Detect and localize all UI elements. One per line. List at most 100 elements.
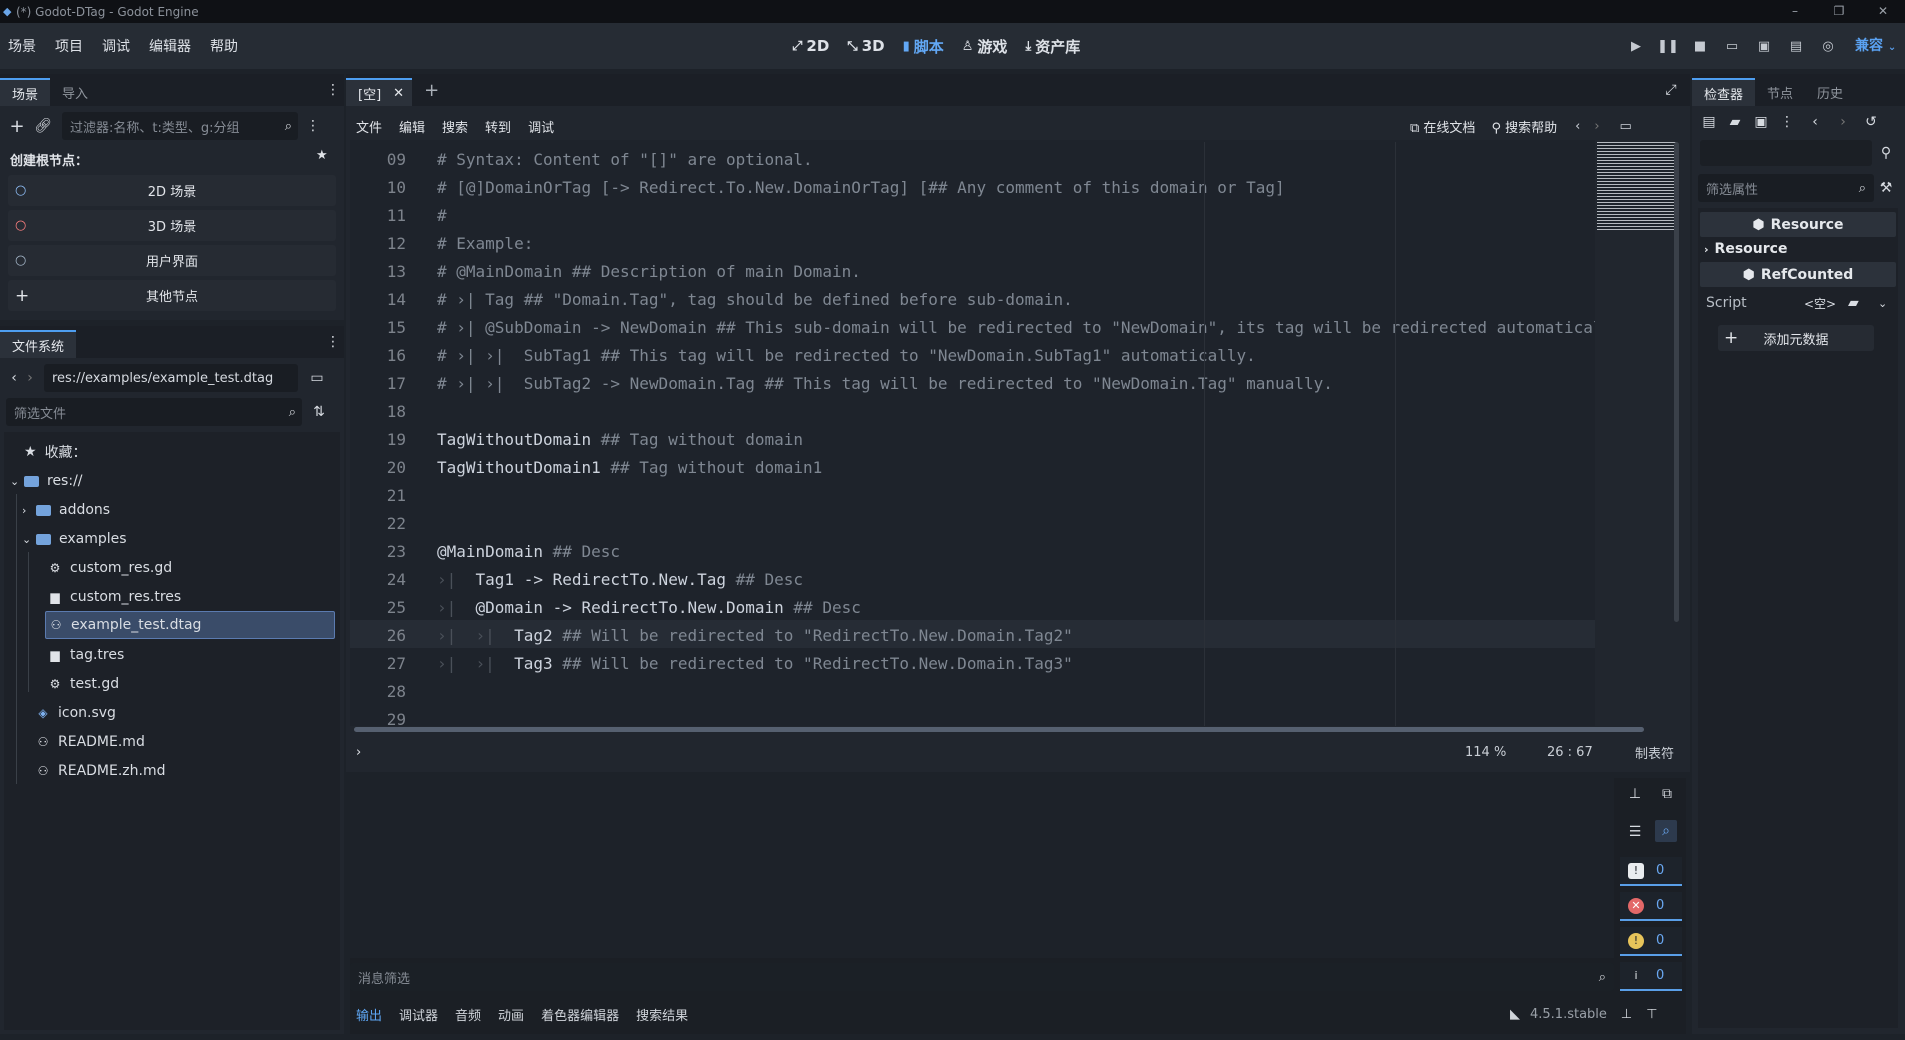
- code-editor[interactable]: 09 # Syntax: Content of "[]" are optional…: [350, 140, 1595, 726]
- main-screen-3d[interactable]: ⤡ 3D: [847, 37, 884, 55]
- tree-item-example-test-dtag[interactable]: ⚇ example_test.dtag: [45, 611, 335, 639]
- menu-scene[interactable]: 场景: [8, 36, 36, 56]
- code-line[interactable]: ›| @Domain -> RedirectTo.New.Domain ## D…: [437, 598, 861, 617]
- tab-import[interactable]: 导入: [50, 78, 100, 106]
- new-resource-icon[interactable]: ▤: [1698, 111, 1720, 133]
- code-line[interactable]: # Example:: [437, 234, 533, 253]
- sort-icon[interactable]: ⇅: [308, 401, 330, 423]
- indent-mode[interactable]: 制表符: [1635, 743, 1674, 762]
- back-icon[interactable]: ‹: [1804, 111, 1826, 133]
- copy-output-icon[interactable]: ⧉: [1656, 783, 1678, 805]
- forward-icon[interactable]: ›: [22, 367, 38, 389]
- toggle-bottom-icon[interactable]: ›: [356, 745, 361, 760]
- tree-item-readme-md[interactable]: ⚇ README.md: [36, 728, 145, 756]
- code-line[interactable]: ›| ›| Tag2 ## Will be redirected to "Red…: [437, 626, 1073, 645]
- stop-icon[interactable]: ■: [1684, 39, 1716, 54]
- filter-menu-icon[interactable]: ⋮: [302, 115, 324, 137]
- close-button[interactable]: ✕: [1861, 0, 1905, 23]
- create-3d-scene-button[interactable]: ○ 3D 场景: [8, 210, 336, 241]
- code-line[interactable]: # @MainDomain ## Description of main Dom…: [437, 262, 861, 281]
- path-field[interactable]: res://examples/example_test.dtag: [44, 364, 298, 392]
- code-line[interactable]: # Syntax: Content of "[]" are optional.: [437, 150, 813, 169]
- vertical-scrollbar[interactable]: [1674, 142, 1679, 622]
- messages-counter[interactable]: ! 0: [1620, 857, 1682, 886]
- chevron-down-icon[interactable]: ⌄: [1878, 297, 1887, 310]
- distraction-free-icon[interactable]: ⤢: [1660, 79, 1682, 101]
- renderer-select[interactable]: 兼容 ⌄: [1855, 23, 1896, 69]
- movie-maker-icon[interactable]: ◎: [1812, 39, 1844, 54]
- search-help-button[interactable]: ⚲ 搜索帮助: [1491, 117, 1557, 136]
- script-menu-search[interactable]: 搜索: [442, 117, 468, 136]
- add-node-icon[interactable]: +: [6, 115, 28, 137]
- menu-editor[interactable]: 编辑器: [149, 36, 191, 56]
- bottom-tab-audio[interactable]: 音频: [455, 1005, 481, 1024]
- code-line[interactable]: @MainDomain ## Desc: [437, 542, 620, 561]
- save-icon[interactable]: ▣: [1750, 111, 1772, 133]
- pin-icon[interactable]: ⊥: [1621, 1007, 1632, 1022]
- pause-icon[interactable]: ❚❚: [1652, 39, 1684, 54]
- history-icon[interactable]: ↺: [1860, 111, 1882, 133]
- script-tab[interactable]: [空] ✕: [346, 78, 413, 106]
- bottom-tab-search-results[interactable]: 搜索结果: [636, 1005, 688, 1024]
- tree-item-tag-tres[interactable]: ▆ tag.tres: [48, 641, 124, 669]
- file-filter-input[interactable]: 筛选文件 ⌕: [6, 398, 302, 426]
- favorite-star-icon[interactable]: ★: [316, 148, 328, 163]
- zoom-level[interactable]: 114 %: [1465, 745, 1506, 760]
- tree-item-custom-res-gd[interactable]: ⚙ custom_res.gd: [48, 554, 173, 582]
- clear-output-icon[interactable]: ⊥: [1624, 783, 1646, 805]
- split-view-icon[interactable]: ▭: [306, 367, 328, 389]
- code-line[interactable]: # [@]DomainOrTag [-> Redirect.To.New.Dom…: [437, 178, 1285, 197]
- open-folder-icon[interactable]: ▰: [1724, 111, 1746, 133]
- code-line[interactable]: # ›| ›| SubTag1 ## This tag will be redi…: [437, 346, 1256, 365]
- tab-node[interactable]: 节点: [1755, 78, 1805, 106]
- favorites-row[interactable]: ★ 收藏：: [24, 438, 87, 466]
- warnings-counter[interactable]: ! 0: [1620, 927, 1682, 956]
- expand-panel-icon[interactable]: ⊤: [1646, 1007, 1657, 1022]
- tree-item-custom-res-tres[interactable]: ▆ custom_res.tres: [48, 583, 181, 611]
- menu-project[interactable]: 项目: [55, 36, 83, 56]
- dock-menu-icon[interactable]: ⋮: [322, 79, 344, 101]
- code-line[interactable]: ›| Tag1 -> RedirectTo.New.Tag ## Desc: [437, 570, 803, 589]
- horizontal-scrollbar[interactable]: [354, 727, 1644, 732]
- code-line[interactable]: # ›| @SubDomain -> NewDomain ## This sub…: [437, 318, 1595, 337]
- open-folder-icon[interactable]: ▰: [1848, 295, 1859, 311]
- tab-history[interactable]: 历史: [1805, 78, 1855, 106]
- tab-scene[interactable]: 场景: [0, 78, 51, 106]
- menu-debug[interactable]: 调试: [102, 36, 130, 56]
- script-value[interactable]: <空>: [1804, 295, 1836, 312]
- resource-section[interactable]: › Resource: [1704, 238, 1787, 260]
- code-line[interactable]: TagWithoutDomain1 ## Tag without domain1: [437, 458, 822, 477]
- tree-item-readme-zh-md[interactable]: ⚇ README.zh.md: [36, 757, 166, 785]
- bottom-tab-output[interactable]: 输出: [356, 1005, 382, 1024]
- dock-menu-icon[interactable]: ⋮: [322, 331, 344, 353]
- main-screen-game[interactable]: ♙ 游戏: [962, 36, 1008, 57]
- object-search-icon[interactable]: ⚲: [1875, 142, 1897, 164]
- minimize-button[interactable]: –: [1773, 0, 1817, 23]
- main-screen-assetlib[interactable]: ⤓ 资产库: [1025, 36, 1080, 57]
- code-line[interactable]: ›| ›| Tag3 ## Will be redirected to "Red…: [437, 654, 1073, 673]
- script-menu-file[interactable]: 文件: [356, 117, 382, 136]
- tree-item-examples[interactable]: ⌄ examples: [22, 525, 127, 553]
- minimap[interactable]: [1597, 142, 1677, 232]
- property-settings-icon[interactable]: ⚒: [1875, 177, 1897, 199]
- code-line[interactable]: TagWithoutDomain ## Tag without domain: [437, 430, 803, 449]
- play-icon[interactable]: ▶: [1620, 39, 1652, 54]
- code-line[interactable]: # ›| ›| SubTag2 -> NewDomain.Tag ## This…: [437, 374, 1333, 393]
- main-screen-2d[interactable]: ⤢ 2D: [792, 37, 829, 55]
- bottom-tab-shader-editor[interactable]: 着色器编辑器: [541, 1005, 619, 1024]
- prev-script-icon[interactable]: ‹: [1575, 119, 1580, 134]
- script-menu-edit[interactable]: 编辑: [399, 117, 425, 136]
- toggle-scripts-panel-icon[interactable]: ▭: [1620, 119, 1632, 134]
- close-icon[interactable]: ✕: [393, 86, 404, 101]
- back-icon[interactable]: ‹: [6, 367, 22, 389]
- create-ui-button[interactable]: ○ 用户界面: [8, 245, 336, 276]
- errors-counter[interactable]: ✕ 0: [1620, 892, 1682, 921]
- tree-item-icon-svg[interactable]: ◈ icon.svg: [36, 699, 116, 727]
- other-node-button[interactable]: + 其他节点: [8, 280, 336, 311]
- forward-icon[interactable]: ›: [1832, 111, 1854, 133]
- remote-debug-icon[interactable]: ▭: [1716, 39, 1748, 54]
- property-filter-input[interactable]: 筛选属性 ⌕: [1698, 174, 1874, 202]
- next-script-icon[interactable]: ›: [1594, 119, 1599, 134]
- more-icon[interactable]: ⋮: [1776, 111, 1798, 133]
- tab-filesystem[interactable]: 文件系统: [0, 330, 77, 358]
